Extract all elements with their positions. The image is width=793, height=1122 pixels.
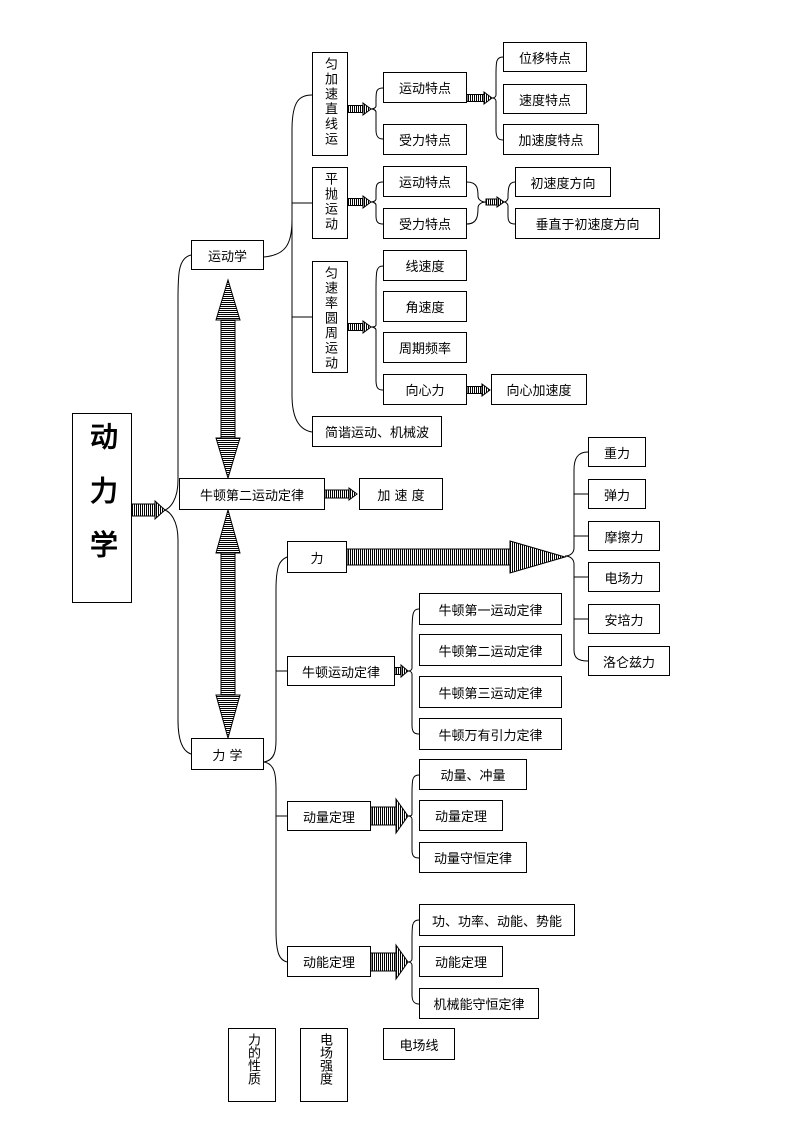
node-law-2: 牛顿第二运动定律	[419, 634, 562, 666]
node-energy-theorem: 动能定理	[287, 946, 371, 977]
node-gravity: 重力	[588, 437, 646, 467]
arrow-head	[362, 102, 372, 116]
node-energy-theorem-2: 动能定理	[419, 946, 503, 977]
node-ua-motion: 运动特点	[383, 72, 467, 103]
node-shm: 简谐运动、机械波	[312, 416, 442, 447]
arrow-head	[395, 797, 409, 835]
arrow-head	[362, 320, 372, 334]
arrow-head-down	[215, 437, 241, 480]
node-angular-velocity: 角速度	[383, 291, 467, 322]
node-pr-force: 受力特点	[383, 208, 467, 239]
node-field-lines: 电场线	[383, 1028, 455, 1060]
node-velocity: 速度特点	[503, 84, 587, 114]
arrow-head-up	[215, 508, 241, 554]
arrow-head	[348, 487, 358, 501]
arrow-shaft	[347, 105, 364, 113]
node-friction: 摩擦力	[588, 521, 660, 551]
arrow-head-down	[215, 694, 241, 740]
arrow-shaft	[370, 952, 397, 972]
arrow-shaft	[347, 323, 364, 331]
arrow-shaft	[324, 489, 350, 499]
node-gravitation: 牛顿万有引力定律	[419, 718, 562, 750]
node-momentum-impulse: 动量、冲量	[419, 759, 527, 790]
arrow-shaft	[220, 552, 236, 696]
arrow-head-up	[215, 278, 241, 321]
arrow-head	[509, 540, 567, 574]
arrow-shaft	[370, 806, 397, 826]
node-acceleration: 加 速 度	[359, 478, 443, 510]
node-law-3: 牛顿第三运动定律	[419, 676, 562, 708]
node-momentum-theorem: 动量定理	[287, 801, 371, 831]
root-node: 动力学	[72, 413, 132, 603]
node-force-property: 力的性质	[228, 1028, 276, 1102]
node-period-frequency: 周期频率	[383, 332, 467, 363]
node-acceleration-feature: 加速度特点	[503, 124, 599, 155]
arrow-shaft	[131, 503, 156, 517]
node-linear-velocity: 线速度	[383, 250, 467, 281]
arrow-head	[481, 383, 491, 397]
node-newton-second-law: 牛顿第二运动定律	[179, 478, 325, 510]
node-ua-force: 受力特点	[383, 124, 467, 155]
node-elastic: 弹力	[588, 479, 646, 509]
arrow-shaft	[466, 94, 485, 102]
node-work-energy: 功、功率、动能、势能	[419, 904, 575, 936]
node-law-1: 牛顿第一运动定律	[419, 593, 562, 625]
node-force: 力	[287, 541, 347, 573]
node-field-strength: 电场强度	[300, 1028, 348, 1102]
arrow-shaft	[220, 319, 236, 439]
node-projectile: 平抛运动	[312, 167, 348, 239]
node-perpendicular-dir: 垂直于初速度方向	[515, 208, 660, 239]
node-uniform-acceleration: 匀加速直线运	[312, 52, 348, 156]
node-energy-conservation: 机械能守恒定律	[419, 988, 539, 1019]
arrow-shaft	[347, 198, 364, 206]
node-electric-force: 电场力	[588, 562, 660, 592]
node-initial-velocity-dir: 初速度方向	[515, 167, 611, 197]
arrow-head	[483, 91, 493, 105]
node-newton-laws: 牛顿运动定律	[287, 656, 395, 686]
arrow-shaft	[346, 548, 511, 566]
node-lorentz-force: 洛仑兹力	[588, 646, 670, 676]
arrow-shaft	[466, 386, 483, 394]
node-circular-motion: 匀速率圆周运动	[312, 261, 348, 373]
node-mechanics: 力 学	[191, 738, 264, 770]
mind-map: 动力学 运动学 牛顿第二运动定律 加 速 度 力 学 匀加速直线运 平抛运动 匀…	[0, 0, 793, 1122]
arrow-head	[496, 196, 505, 208]
node-displacement: 位移特点	[503, 42, 587, 72]
arrow-head	[362, 195, 372, 209]
arrow-shaft	[394, 667, 402, 675]
node-centripetal-force: 向心力	[383, 374, 467, 405]
node-momentum-theorem-2: 动量定理	[419, 800, 503, 831]
arrow-head	[154, 499, 166, 521]
node-kinematics: 运动学	[191, 240, 264, 270]
node-centripetal-accel: 向心加速度	[491, 374, 587, 405]
node-ampere-force: 安培力	[588, 604, 660, 634]
arrow-head	[395, 943, 409, 981]
arrow-shaft	[485, 198, 498, 206]
arrow-head	[400, 663, 409, 679]
node-momentum-conservation: 动量守恒定律	[419, 842, 527, 873]
node-pr-motion: 运动特点	[383, 166, 467, 197]
